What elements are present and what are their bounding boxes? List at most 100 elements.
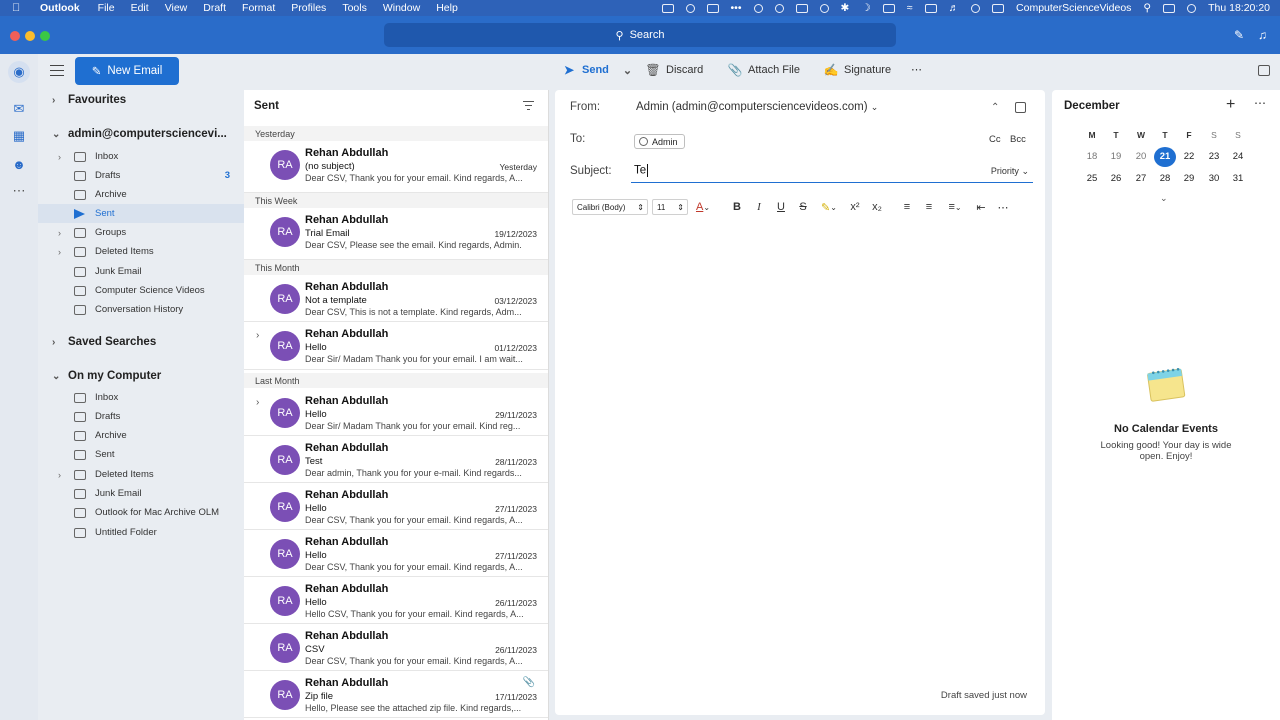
menu-file[interactable]: File [98,2,115,14]
saved-searches-header[interactable]: › Saved Searches [52,336,156,348]
highlight-button[interactable]: ✎ ⌄ [814,199,844,215]
folder-inbox[interactable]: › Inbox [38,147,244,166]
more-dots-icon[interactable]: ⋯ [1254,96,1266,110]
more-options-button[interactable]: ⋯ [911,63,922,76]
strikethrough-icon[interactable]: S [792,199,814,215]
local-folder-deleted-items[interactable]: › Deleted Items [38,465,244,484]
close-window-button[interactable] [10,31,20,41]
calendar-day[interactable]: 22 [1178,147,1200,167]
record-icon[interactable] [685,3,695,13]
battery-icon[interactable] [882,3,895,13]
subscript-icon[interactable]: x₂ [866,199,888,215]
local-folder-archive[interactable]: Archive [38,426,244,445]
bell-icon[interactable]: ♫ [1258,28,1272,42]
subject-input[interactable]: Te [634,164,649,177]
calendar-icon[interactable]: ▦ [8,125,30,147]
megaphone-icon[interactable]: ✎ [1234,28,1248,42]
calendar-day[interactable]: 26 [1105,169,1127,189]
control-center-icon[interactable] [1163,3,1176,13]
attach-file-button[interactable]: 📎 Attach File [728,63,800,77]
expand-icon[interactable]: › [58,228,61,238]
expand-thread-icon[interactable]: › [256,330,259,341]
font-size-select[interactable]: 11 ⇕ [652,199,688,215]
menu-view[interactable]: View [165,2,188,14]
calendar-day[interactable]: 30 [1203,169,1225,189]
send-options-chevron-icon[interactable]: ⌄ [623,64,632,77]
siri-icon[interactable] [1187,3,1197,13]
bulleted-list-icon[interactable]: ≡ [896,199,918,215]
font-family-select[interactable]: Calibri (Body) ⇕ [572,199,648,215]
message-item[interactable]: RA Rehan Abdullah Hello 27/11/2023 Dear … [244,530,548,577]
collapse-header-icon[interactable]: ⌃ [991,102,1002,113]
folder-deleted-items[interactable]: › Deleted Items [38,242,244,261]
apple-menu-icon[interactable]:  [12,2,28,14]
calendar-day[interactable]: 18 [1081,147,1103,167]
chevron-down-icon[interactable]: ⌄ [1160,193,1168,204]
calendar-day[interactable]: 29 [1178,169,1200,189]
local-folder-junk-email[interactable]: Junk Email [38,484,244,503]
minimize-window-button[interactable] [25,31,35,41]
menu-tools[interactable]: Tools [342,2,367,14]
calendar-day[interactable]: 19 [1105,147,1127,167]
message-item[interactable]: RA Rehan Abdullah CSV 26/11/2023 Dear CS… [244,624,548,671]
expand-thread-icon[interactable]: › [256,397,259,408]
local-folder-inbox[interactable]: Inbox [38,388,244,407]
numbered-list-icon[interactable]: ≡ [918,199,940,215]
display-icon[interactable] [924,3,937,13]
recipient-chip[interactable]: Admin [634,134,685,149]
filter-icon[interactable] [523,101,534,110]
people-icon[interactable]: ☻ [8,153,30,175]
expand-icon[interactable]: › [58,247,61,257]
message-item[interactable]: › RA Rehan Abdullah Hello 29/11/2023 Dea… [244,389,548,436]
message-item[interactable]: RA Rehan Abdullah Hello 27/11/2023 Dear … [244,483,548,530]
spotlight-icon[interactable]: ⚲ [1143,2,1151,14]
message-item[interactable]: RA Rehan Abdullah Trial Email 19/12/2023… [244,208,548,260]
wifi-icon[interactable]: ≈ [907,2,913,14]
message-item[interactable]: RA Rehan Abdullah Test 28/11/2023 Dear a… [244,436,548,483]
signature-button[interactable]: ✍ Signature [824,63,892,77]
mail-icon[interactable]: ✉ [8,98,30,120]
superscript-icon[interactable]: x² [844,199,866,215]
play-icon[interactable] [971,3,981,13]
calendar-day-today[interactable]: 21 [1154,147,1176,167]
clock[interactable]: Thu 18:20:20 [1208,2,1270,14]
menu-window[interactable]: Window [383,2,420,14]
discard-button[interactable]: 🗑 Discard [645,63,703,77]
user-name[interactable]: ComputerScienceVideos [1016,2,1131,14]
menu-profiles[interactable]: Profiles [291,2,326,14]
local-folder-untitled[interactable]: Untitled Folder [38,523,244,542]
menu-help[interactable]: Help [436,2,458,14]
account-header[interactable]: ⌄ admin@computersciencevi... [52,128,227,140]
volume-icon[interactable]: ♬ [949,2,960,14]
folder-drafts[interactable]: Drafts 3 [38,166,244,185]
menu-draft[interactable]: Draft [203,2,226,14]
folder-computer-science-videos[interactable]: Computer Science Videos [38,281,244,300]
folder-groups[interactable]: › Groups [38,223,244,242]
folder-archive[interactable]: Archive [38,185,244,204]
collapse-pane-icon[interactable] [1258,65,1270,76]
more-formatting-icon[interactable]: ⋯ [992,199,1014,215]
expand-icon[interactable]: › [58,152,61,162]
hamburger-menu-icon[interactable] [50,65,64,76]
calendar-day[interactable]: 23 [1203,147,1225,167]
alignment-button[interactable]: ≡ ⌄ [940,199,970,215]
pop-out-icon[interactable] [1015,102,1026,113]
cc-button[interactable]: Cc [989,134,1001,145]
more-dots-icon[interactable]: ••• [731,2,742,14]
underline-icon[interactable]: U [770,199,792,215]
message-item[interactable]: RA Rehan Abdullah Not a template 03/12/2… [244,275,548,322]
calendar-day[interactable]: 25 [1081,169,1103,189]
priority-dropdown[interactable]: Priority ⌄ [991,166,1029,177]
indent-icon[interactable]: ⇤ [970,199,992,215]
globe-icon[interactable]: ◉ [8,61,30,83]
menu-edit[interactable]: Edit [131,2,149,14]
italic-icon[interactable]: I [748,199,770,215]
calendar-day[interactable]: 27 [1130,169,1152,189]
bold-icon[interactable]: B [726,199,748,215]
message-item[interactable]: RA Rehan Abdullah Hello 26/11/2023 Hello… [244,577,548,624]
zoom-window-button[interactable] [40,31,50,41]
new-email-button[interactable]: ✎ New Email [75,57,179,85]
message-item[interactable]: RA Rehan Abdullah 📎 Zip file 17/11/2023 … [244,671,548,718]
favourites-header[interactable]: › Favourites [52,94,126,106]
message-item[interactable]: › RA Rehan Abdullah Hello 01/12/2023 Dea… [244,322,548,370]
